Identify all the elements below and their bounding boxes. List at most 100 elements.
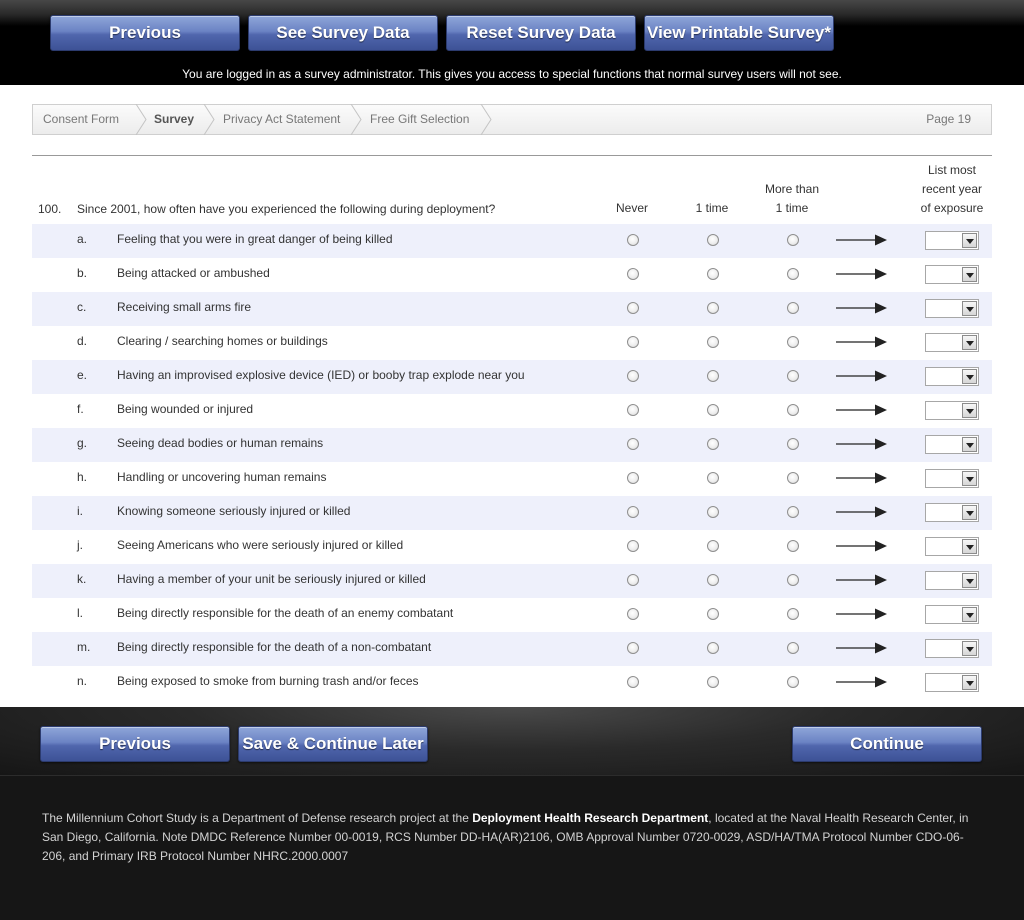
year-select[interactable] xyxy=(925,401,979,420)
radio-one-time[interactable] xyxy=(707,370,719,382)
radio-one-time[interactable] xyxy=(707,540,719,552)
chevron-down-icon[interactable] xyxy=(962,539,977,554)
chevron-down-icon[interactable] xyxy=(962,369,977,384)
radio-one-time[interactable] xyxy=(707,642,719,654)
radio-one-time[interactable] xyxy=(707,404,719,416)
table-row: k. Having a member of your unit be seriou… xyxy=(32,564,992,598)
see-survey-data-button[interactable]: See Survey Data xyxy=(248,15,438,51)
radio-more-than-one[interactable] xyxy=(787,506,799,518)
radio-more-than-one[interactable] xyxy=(787,540,799,552)
radio-one-time[interactable] xyxy=(707,676,719,688)
radio-one-time[interactable] xyxy=(707,268,719,280)
radio-more-than-one[interactable] xyxy=(787,472,799,484)
radio-one-time[interactable] xyxy=(707,336,719,348)
year-select[interactable] xyxy=(925,435,979,454)
year-select[interactable] xyxy=(925,469,979,488)
radio-one-time[interactable] xyxy=(707,302,719,314)
radio-more-than-one[interactable] xyxy=(787,370,799,382)
year-select[interactable] xyxy=(925,605,979,624)
radio-more-than-one[interactable] xyxy=(787,268,799,280)
radio-never[interactable] xyxy=(627,676,639,688)
breadcrumb-item-survey[interactable]: Survey xyxy=(154,105,194,134)
radio-never[interactable] xyxy=(627,574,639,586)
radio-one-time[interactable] xyxy=(707,506,719,518)
chevron-down-icon[interactable] xyxy=(962,471,977,486)
radio-one-time[interactable] xyxy=(707,472,719,484)
breadcrumb-separator-icon xyxy=(350,104,362,135)
chevron-down-icon[interactable] xyxy=(962,505,977,520)
year-select[interactable] xyxy=(925,503,979,522)
top-previous-button[interactable]: Previous xyxy=(50,15,240,51)
radio-never[interactable] xyxy=(627,234,639,246)
chevron-down-icon[interactable] xyxy=(962,607,977,622)
radio-more-than-one[interactable] xyxy=(787,608,799,620)
footer-org-name: Deployment Health Research Department xyxy=(472,811,709,825)
chevron-down-icon[interactable] xyxy=(962,675,977,690)
radio-never[interactable] xyxy=(627,506,639,518)
radio-more-than-one[interactable] xyxy=(787,438,799,450)
arrow-right-icon xyxy=(836,302,887,314)
radio-never[interactable] xyxy=(627,370,639,382)
item-letter: d. xyxy=(77,334,88,348)
page-number: Page 19 xyxy=(926,112,971,126)
radio-more-than-one[interactable] xyxy=(787,234,799,246)
previous-button[interactable]: Previous xyxy=(40,726,230,762)
radio-one-time[interactable] xyxy=(707,608,719,620)
chevron-down-icon[interactable] xyxy=(962,437,977,452)
chevron-down-icon[interactable] xyxy=(962,301,977,316)
year-select[interactable] xyxy=(925,673,979,692)
table-row: f. Being wounded or injured xyxy=(32,394,992,428)
continue-button[interactable]: Continue xyxy=(792,726,982,762)
breadcrumb-item-consent-form[interactable]: Consent Form xyxy=(43,105,119,134)
year-select[interactable] xyxy=(925,333,979,352)
radio-more-than-one[interactable] xyxy=(787,404,799,416)
chevron-down-icon[interactable] xyxy=(962,267,977,282)
item-text: Feeling that you were in great danger of… xyxy=(117,232,393,246)
item-letter: e. xyxy=(77,368,88,382)
view-printable-survey-button[interactable]: View Printable Survey* xyxy=(644,15,834,51)
arrow-right-icon xyxy=(836,608,887,620)
radio-never[interactable] xyxy=(627,472,639,484)
radio-more-than-one[interactable] xyxy=(787,336,799,348)
breadcrumb-item-privacy-act[interactable]: Privacy Act Statement xyxy=(223,105,340,134)
chevron-down-icon[interactable] xyxy=(962,573,977,588)
breadcrumb-item-free-gift[interactable]: Free Gift Selection xyxy=(370,105,469,134)
year-select[interactable] xyxy=(925,231,979,250)
radio-never[interactable] xyxy=(627,540,639,552)
arrow-right-icon xyxy=(836,404,887,416)
radio-never[interactable] xyxy=(627,268,639,280)
divider xyxy=(32,155,992,156)
reset-survey-data-button[interactable]: Reset Survey Data xyxy=(446,15,636,51)
question-rows: a. Feeling that you were in great danger … xyxy=(32,224,992,700)
radio-more-than-one[interactable] xyxy=(787,642,799,654)
radio-more-than-one[interactable] xyxy=(787,574,799,586)
year-select[interactable] xyxy=(925,299,979,318)
footer-text: The Millennium Cohort Study is a Departm… xyxy=(42,811,969,863)
radio-one-time[interactable] xyxy=(707,574,719,586)
column-header-more-than-one: More than 1 time xyxy=(764,182,820,215)
chevron-down-icon[interactable] xyxy=(962,335,977,350)
year-select[interactable] xyxy=(925,639,979,658)
year-select[interactable] xyxy=(925,537,979,556)
radio-never[interactable] xyxy=(627,302,639,314)
radio-more-than-one[interactable] xyxy=(787,302,799,314)
radio-one-time[interactable] xyxy=(707,438,719,450)
chevron-down-icon[interactable] xyxy=(962,641,977,656)
radio-one-time[interactable] xyxy=(707,234,719,246)
year-select[interactable] xyxy=(925,367,979,386)
radio-never[interactable] xyxy=(627,404,639,416)
year-select[interactable] xyxy=(925,265,979,284)
save-continue-later-button[interactable]: Save & Continue Later xyxy=(238,726,428,762)
table-row: b. Being attacked or ambushed xyxy=(32,258,992,292)
radio-never[interactable] xyxy=(627,608,639,620)
radio-never[interactable] xyxy=(627,642,639,654)
radio-more-than-one[interactable] xyxy=(787,676,799,688)
item-letter: j. xyxy=(77,538,83,552)
table-row: n. Being exposed to smoke from burning tr… xyxy=(32,666,992,700)
year-select[interactable] xyxy=(925,571,979,590)
chevron-down-icon[interactable] xyxy=(962,403,977,418)
radio-never[interactable] xyxy=(627,438,639,450)
item-letter: a. xyxy=(77,232,88,246)
chevron-down-icon[interactable] xyxy=(962,233,977,248)
radio-never[interactable] xyxy=(627,336,639,348)
